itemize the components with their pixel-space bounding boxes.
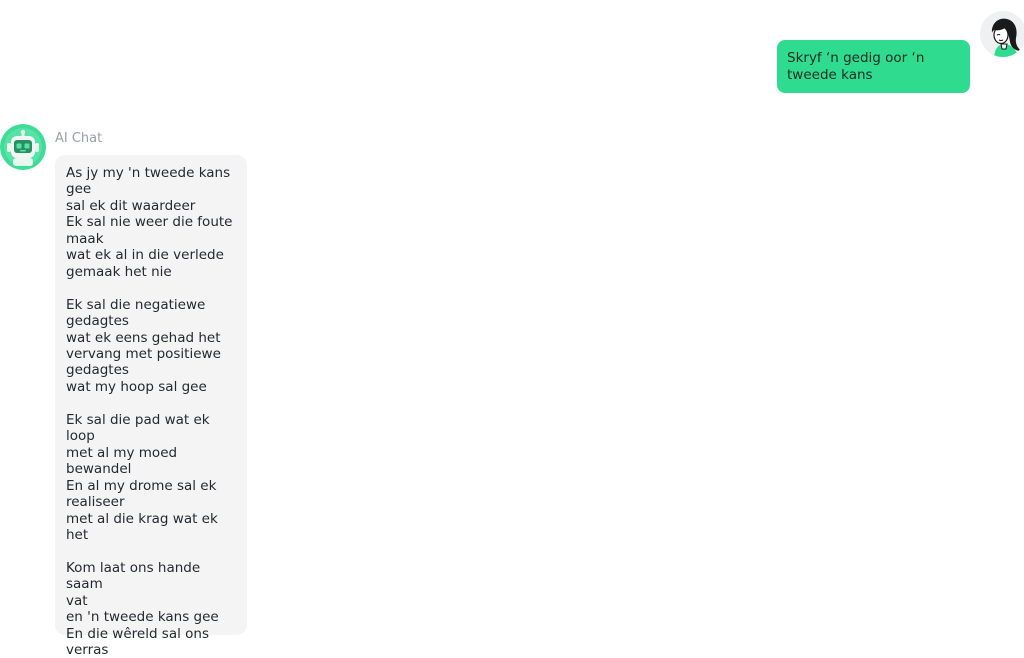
chat-conversation: Skryf ‘n gedig oor ‘n tweede kans AI Cha… [0, 0, 1024, 658]
robot-avatar-icon [0, 124, 46, 170]
bot-message-bubble: As jy my 'n tweede kans gee sal ek dit w… [55, 155, 247, 658]
user-avatar-icon [980, 11, 1024, 57]
bot-name-label: AI Chat [55, 131, 103, 146]
user-message-bubble: Skryf ‘n gedig oor ‘n tweede kans [777, 40, 970, 93]
